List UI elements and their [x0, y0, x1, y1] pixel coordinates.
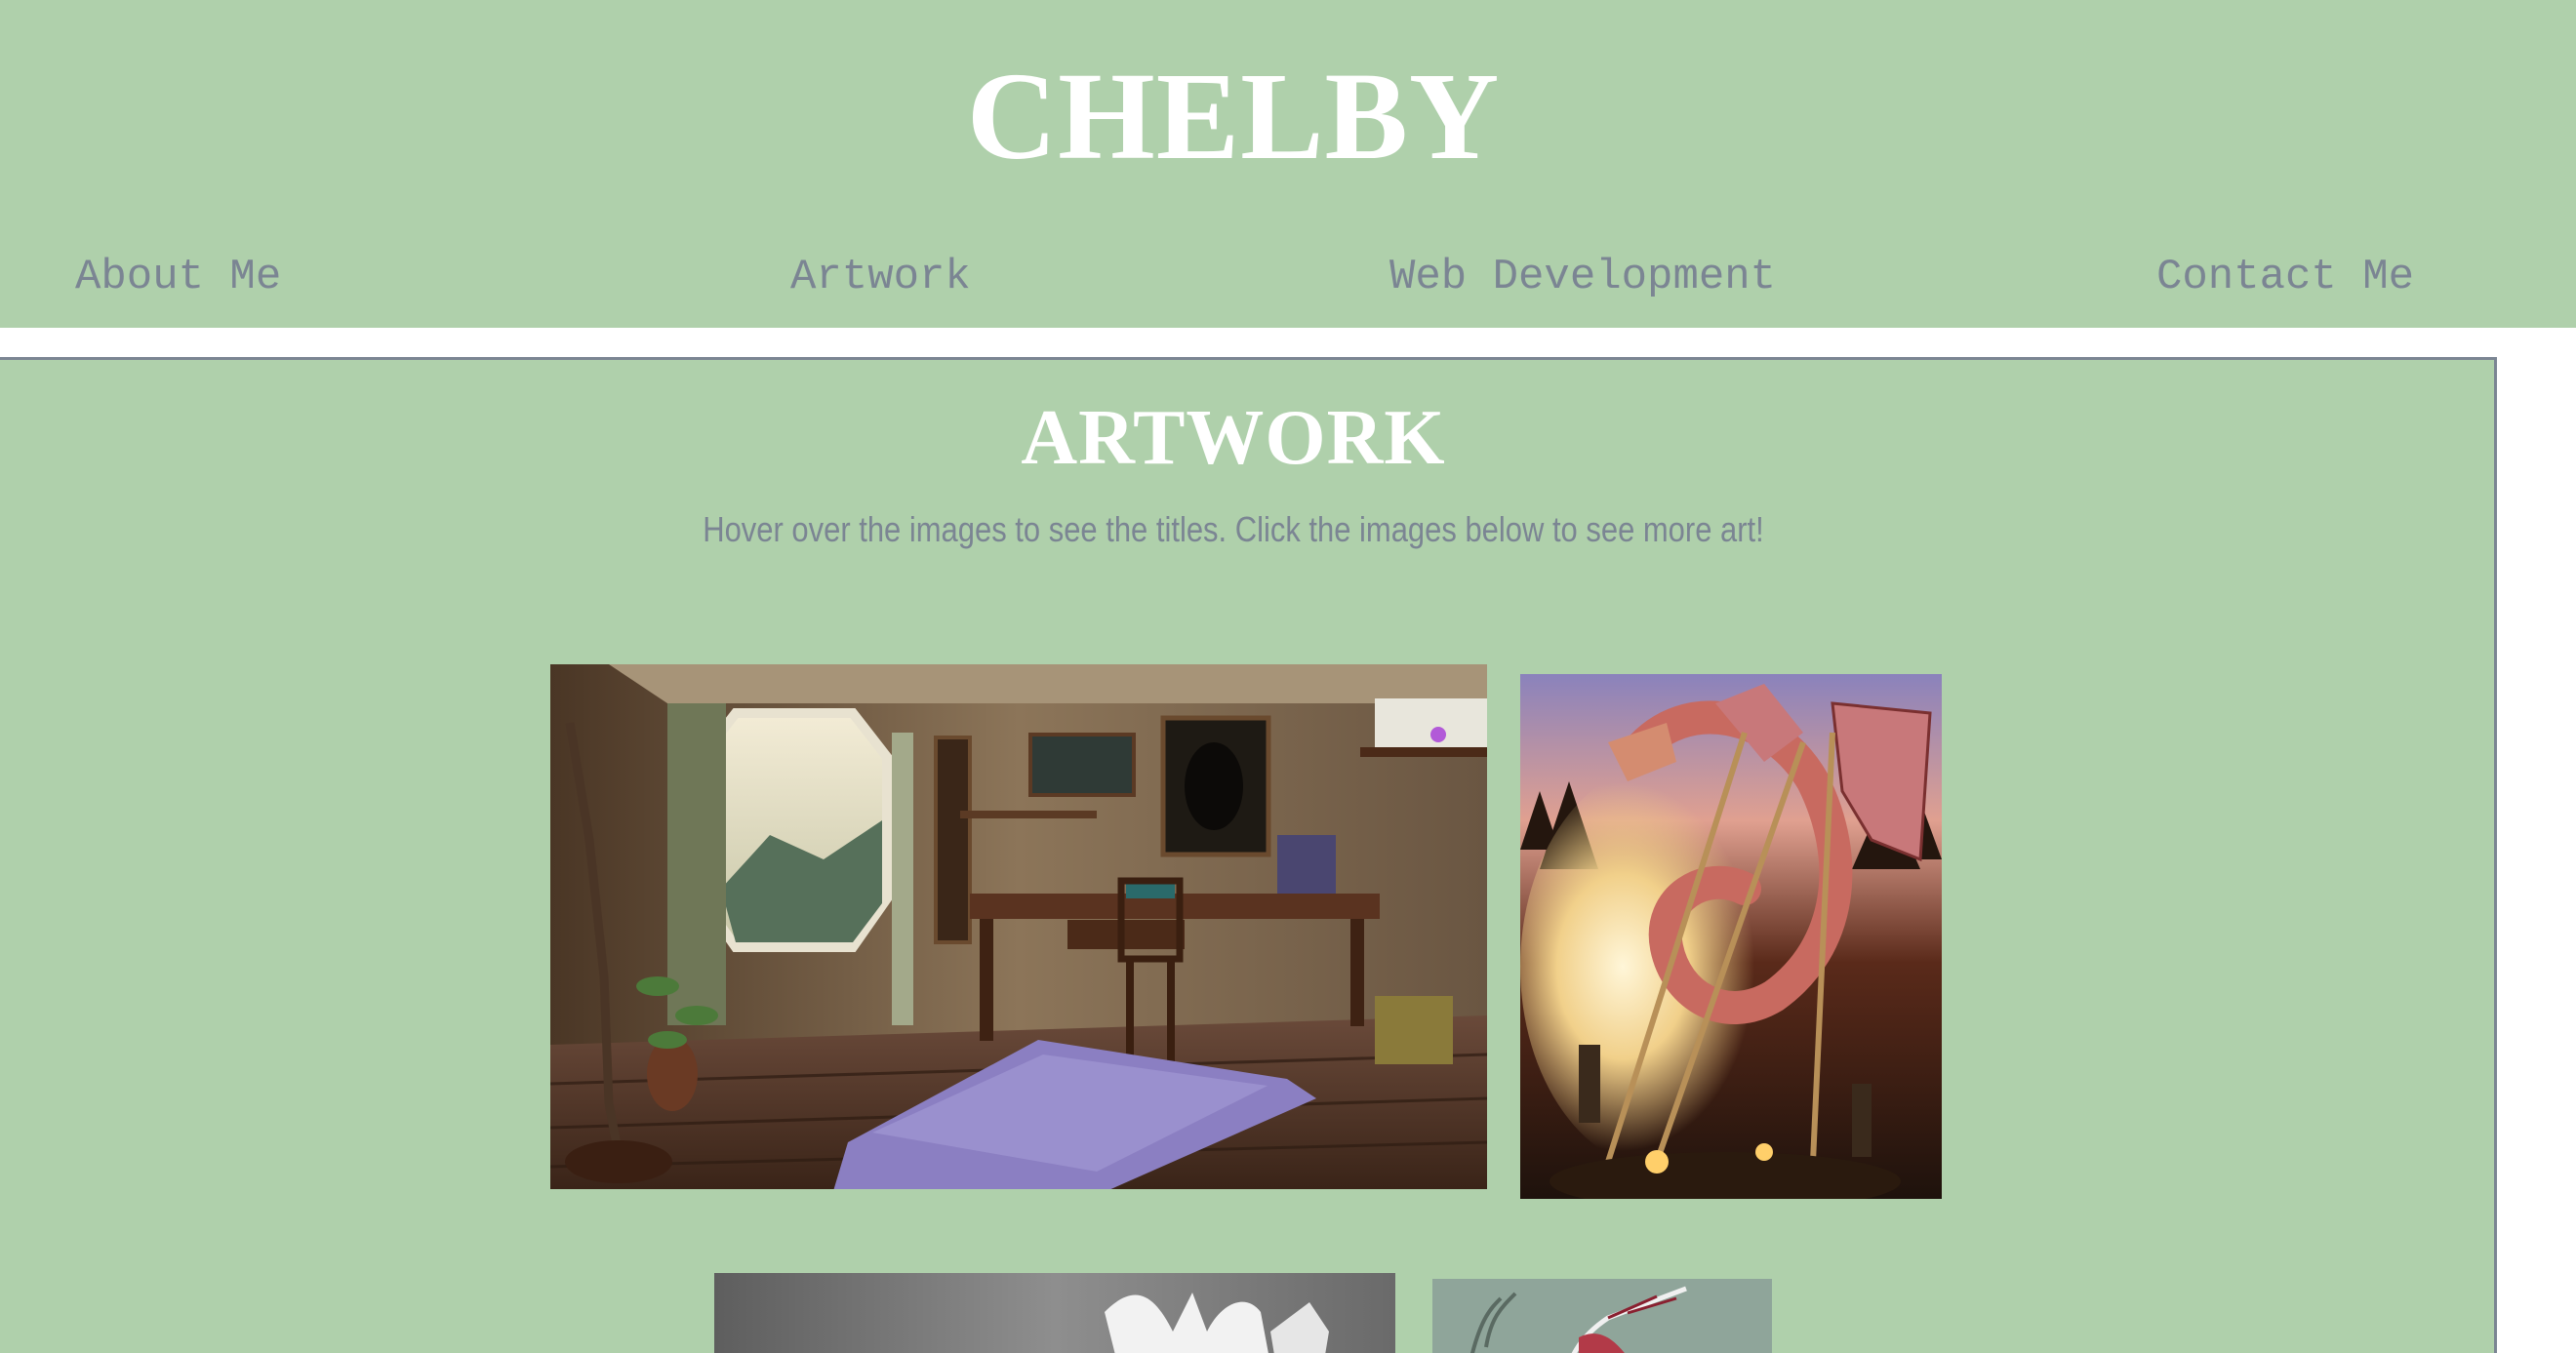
- nav-link-about-me[interactable]: About Me: [75, 250, 281, 304]
- grayscale-artwork-image: [714, 1273, 1395, 1353]
- artwork-thumbnail-sketch[interactable]: [1432, 1279, 1772, 1353]
- dragon-artwork-image: [1520, 674, 1942, 1199]
- nav-link-contact-me[interactable]: Contact Me: [2156, 250, 2414, 304]
- artwork-thumbnail-grayscale[interactable]: [714, 1273, 1395, 1353]
- section-heading: ARTWORK: [1021, 395, 1446, 481]
- nav-link-artwork[interactable]: Artwork: [790, 250, 971, 304]
- artwork-thumbnail-dragon[interactable]: [1520, 674, 1942, 1199]
- room-interior-artwork-image: [550, 664, 1487, 1189]
- artwork-thumbnail-room[interactable]: [550, 664, 1487, 1189]
- site-header: CHELBY About Me Artwork Web Development …: [0, 0, 2576, 328]
- artwork-section: ARTWORK Hover over the images to see the…: [0, 357, 2497, 1353]
- section-instructions: Hover over the images to see the titles.…: [703, 509, 1764, 549]
- site-title: CHELBY: [966, 47, 1501, 185]
- nav-link-web-development[interactable]: Web Development: [1389, 250, 1776, 304]
- sketch-artwork-image: [1432, 1279, 1772, 1353]
